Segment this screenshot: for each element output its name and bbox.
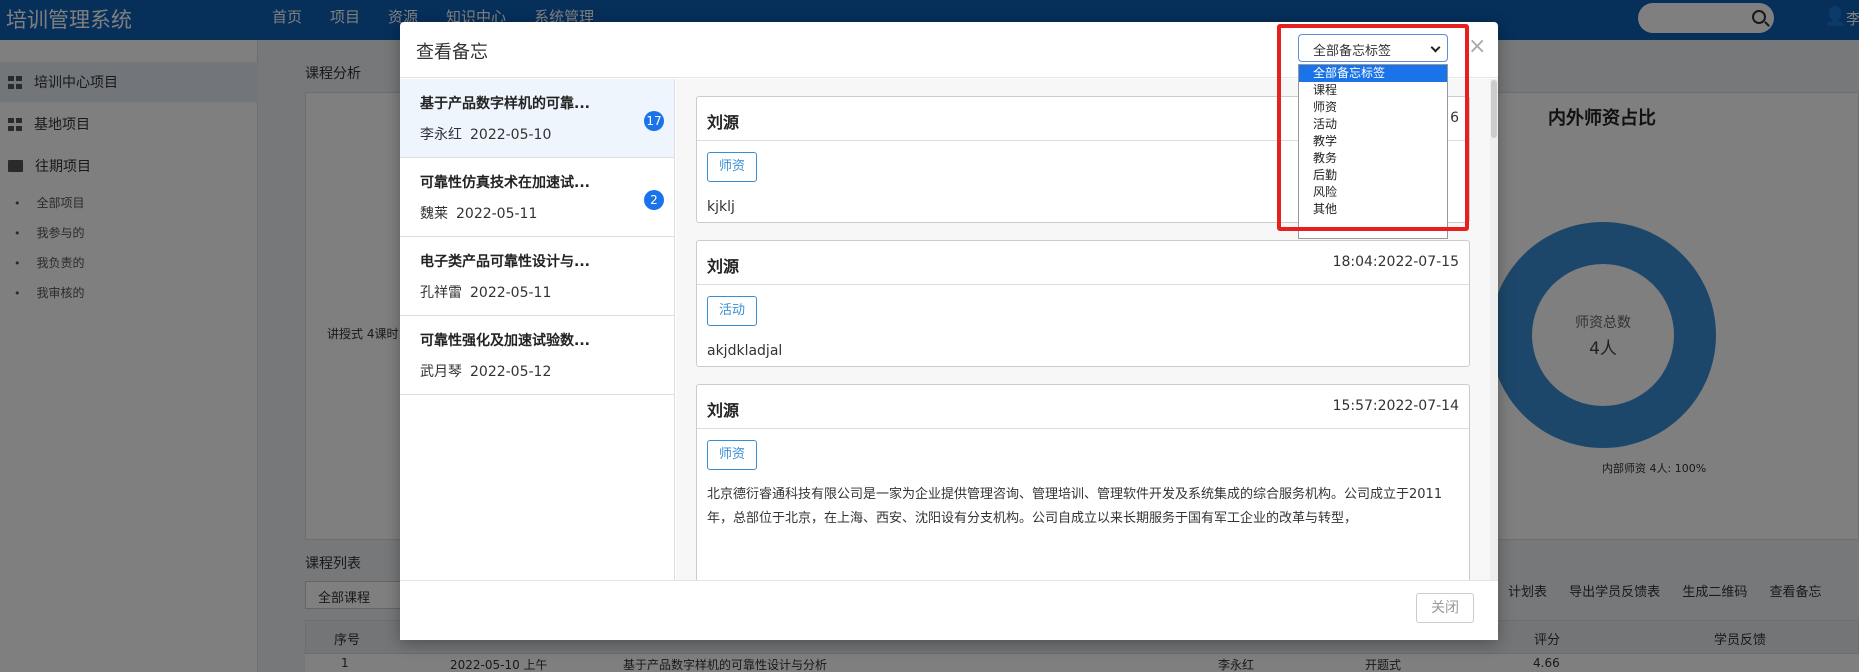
scrollbar-thumb[interactable]	[1491, 80, 1497, 138]
memo-author: 刘源	[707, 257, 740, 276]
close-button[interactable]: 关闭	[1416, 593, 1474, 623]
memo-tag: 师资	[707, 440, 758, 470]
list-item-person: 李永红	[420, 127, 462, 143]
list-item-person: 魏莱	[420, 206, 448, 222]
list-item[interactable]: 基于产品数字样机的可靠... 李永红 2022-05-10 17	[400, 79, 674, 158]
list-item-meta: 武月琴 2022-05-12	[420, 361, 674, 381]
list-item-meta: 魏莱 2022-05-11	[420, 203, 674, 223]
count-badge: 2	[644, 190, 664, 210]
memo-modal: 查看备忘 全部备忘标签 × 基于产品数字样机的可靠... 李永红 2022-05-…	[400, 22, 1498, 640]
list-item-title: 基于产品数字样机的可靠...	[420, 96, 590, 112]
memo-time: 15:57:2022-07-14	[1332, 398, 1459, 414]
memo-author: 刘源	[707, 113, 740, 132]
count-badge: 17	[644, 111, 664, 131]
modal-footer: 关闭	[400, 580, 1498, 640]
list-item-title: 可靠性强化及加速试验数...	[420, 333, 590, 349]
annotation-highlight-box	[1277, 24, 1469, 231]
list-item-date: 2022-05-12	[470, 364, 552, 380]
list-item-meta: 孔祥雷 2022-05-11	[420, 282, 674, 302]
memo-card: 刘源 15:57:2022-07-14 师资 北京德衍睿通科技有限公司是一家为企…	[696, 384, 1470, 580]
project-list: 基于产品数字样机的可靠... 李永红 2022-05-10 17 可靠性仿真技术在…	[400, 79, 675, 580]
list-item-meta: 李永红 2022-05-10	[420, 124, 674, 144]
content-scrollbar[interactable]	[1490, 79, 1498, 580]
list-item-date: 2022-05-11	[456, 206, 538, 222]
memo-card-header: 刘源 15:57:2022-07-14	[697, 385, 1469, 429]
memo-card-header: 刘源 18:04:2022-07-15	[697, 241, 1469, 285]
modal-title: 查看备忘	[416, 42, 488, 63]
memo-time: 18:04:2022-07-15	[1332, 254, 1459, 270]
list-item-title: 电子类产品可靠性设计与...	[420, 254, 590, 270]
list-item-date: 2022-05-10	[470, 127, 552, 143]
memo-text: 北京德衍睿通科技有限公司是一家为企业提供管理咨询、管理培训、管理软件开发及系统集…	[707, 487, 1443, 526]
list-item-title: 可靠性仿真技术在加速试...	[420, 175, 590, 191]
memo-author: 刘源	[707, 401, 740, 420]
memo-card: 刘源 18:04:2022-07-15 活动 akjdkladjal	[696, 240, 1470, 367]
list-item-person: 武月琴	[420, 364, 462, 380]
close-icon[interactable]: ×	[1468, 34, 1486, 59]
list-item[interactable]: 电子类产品可靠性设计与... 孔祥雷 2022-05-11	[400, 237, 674, 316]
list-item[interactable]: 可靠性仿真技术在加速试... 魏莱 2022-05-11 2	[400, 158, 674, 237]
memo-text: akjdkladjal	[707, 343, 783, 359]
memo-tag: 师资	[707, 152, 758, 182]
list-item-person: 孔祥雷	[420, 285, 462, 301]
memo-tag: 活动	[707, 296, 758, 326]
list-item[interactable]: 可靠性强化及加速试验数... 武月琴 2022-05-12	[400, 316, 674, 395]
list-item-date: 2022-05-11	[470, 285, 552, 301]
